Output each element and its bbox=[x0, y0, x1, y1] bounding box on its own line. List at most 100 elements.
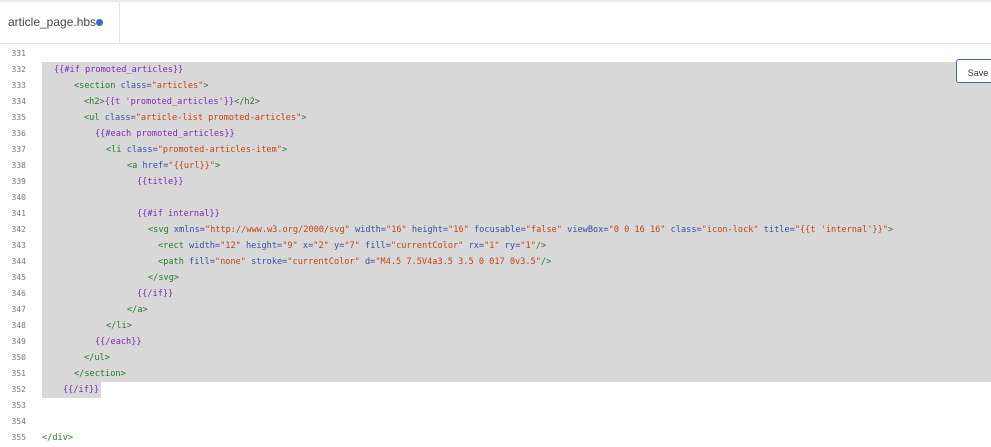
code-token: rx= bbox=[463, 241, 485, 251]
code-text: {{#if internal}} bbox=[137, 206, 220, 222]
code-token: fill= bbox=[359, 241, 391, 251]
code-text: <a href="{{url}}"> bbox=[127, 158, 220, 174]
code-line[interactable]: 336 {{#each promoted_articles}} bbox=[0, 126, 991, 142]
line-number: 341 bbox=[11, 209, 26, 218]
code-text: <ul class="article-list promoted-article… bbox=[84, 110, 307, 126]
code-token: "promoted-articles-item" bbox=[157, 145, 282, 155]
code-text: </section> bbox=[74, 366, 126, 382]
line-number: 335 bbox=[11, 113, 26, 122]
line-number: 354 bbox=[11, 417, 26, 426]
code-token: class= bbox=[665, 225, 702, 235]
code-token: class= bbox=[120, 81, 152, 91]
line-number: 345 bbox=[11, 273, 26, 282]
code-text: <rect width="12" height="9" x="2" y="7" … bbox=[158, 238, 546, 254]
code-token: <h2> bbox=[84, 97, 105, 107]
line-number: 338 bbox=[11, 161, 26, 170]
code-token: stroke= bbox=[245, 257, 288, 267]
code-line[interactable]: 333 <section class="articles"> bbox=[0, 78, 991, 94]
code-line[interactable]: 346 {{/if}} bbox=[0, 286, 991, 302]
code-text: </ul> bbox=[84, 350, 110, 366]
code-token: "1" bbox=[520, 241, 536, 251]
code-token: class= bbox=[104, 113, 136, 123]
line-number: 334 bbox=[11, 97, 26, 106]
code-line[interactable]: 342 <svg xmlns="http://www.w3.org/2000/sv… bbox=[0, 222, 991, 238]
code-token: ry= bbox=[499, 241, 521, 251]
line-number: 337 bbox=[11, 145, 26, 154]
line-number: 348 bbox=[11, 321, 26, 330]
code-token: "2" bbox=[313, 241, 329, 251]
code-token: "articles" bbox=[151, 81, 204, 91]
code-line[interactable]: 337 <li class="promoted-articles-item"> bbox=[0, 142, 991, 158]
code-token: </ul> bbox=[84, 353, 110, 363]
code-line[interactable]: 344 <path fill="none" stroke="currentColo… bbox=[0, 254, 991, 270]
code-token: {{/if}} bbox=[63, 385, 100, 395]
code-token: {{/if}} bbox=[137, 289, 174, 299]
code-line[interactable]: 331 bbox=[0, 46, 991, 62]
code-editor[interactable]: 331 332 {{#if promoted_articles}} 333 <secti… bbox=[0, 44, 991, 447]
code-line[interactable]: 347 </a> bbox=[0, 302, 991, 318]
code-token: {{#if internal}} bbox=[137, 209, 220, 219]
code-line[interactable]: 349 {{/each}} bbox=[0, 334, 991, 350]
code-token: viewBox= bbox=[561, 225, 609, 235]
save-button[interactable]: Save bbox=[956, 59, 991, 83]
code-line[interactable]: 339 {{title}} bbox=[0, 174, 991, 190]
code-token: focusable= bbox=[468, 225, 526, 235]
code-line[interactable]: 334 <h2>{{t 'promoted_articles'}}</h2> bbox=[0, 94, 991, 110]
code-line[interactable]: 338 <a href="{{url}}"> bbox=[0, 158, 991, 174]
code-token: width= bbox=[349, 225, 387, 235]
code-token: <ul bbox=[84, 113, 105, 123]
code-text: <svg xmlns="http://www.w3.org/2000/svg" … bbox=[148, 222, 893, 238]
code-text: <h2>{{t 'promoted_articles'}}</h2> bbox=[84, 94, 260, 110]
code-token: "none" bbox=[214, 257, 246, 267]
code-token: /> bbox=[535, 241, 547, 251]
code-token: x= bbox=[297, 241, 314, 251]
line-number: 346 bbox=[11, 289, 26, 298]
code-token: d= bbox=[359, 257, 376, 267]
code-token: /> bbox=[540, 257, 552, 267]
code-line[interactable]: 351 </section> bbox=[0, 366, 991, 382]
code-token: "icon-lock" bbox=[701, 225, 759, 235]
code-token: class= bbox=[126, 145, 158, 155]
code-line[interactable]: 341 {{#if internal}} bbox=[0, 206, 991, 222]
code-token: > bbox=[301, 113, 307, 123]
line-number: 349 bbox=[11, 337, 26, 346]
code-line[interactable]: 340 bbox=[0, 190, 991, 206]
code-token: {{title}} bbox=[137, 177, 184, 187]
line-number: 342 bbox=[11, 225, 26, 234]
code-token: </svg> bbox=[148, 273, 180, 283]
line-number: 331 bbox=[11, 49, 26, 58]
code-token: </li> bbox=[106, 321, 132, 331]
line-number: 350 bbox=[11, 353, 26, 362]
code-token: <path bbox=[158, 257, 190, 267]
code-token: "currentColor" bbox=[390, 241, 464, 251]
code-token: "16" bbox=[386, 225, 407, 235]
code-token: "{{t 'internal'}}" bbox=[794, 225, 888, 235]
code-token: "9" bbox=[282, 241, 298, 251]
code-line[interactable]: 353 bbox=[0, 398, 991, 414]
code-token: "12" bbox=[220, 241, 241, 251]
code-token: y= bbox=[328, 241, 345, 251]
code-token: fill= bbox=[189, 257, 215, 267]
code-line[interactable]: 335 <ul class="article-list promoted-arti… bbox=[0, 110, 991, 126]
code-line[interactable]: 354 bbox=[0, 414, 991, 430]
code-token: {{t 'promoted_articles'}} bbox=[104, 97, 235, 107]
line-number: 353 bbox=[11, 401, 26, 410]
selection-highlight bbox=[42, 270, 991, 286]
tab-article-page[interactable]: article_page.hbs bbox=[0, 2, 120, 43]
tab-filename: article_page.hbs bbox=[8, 15, 97, 29]
line-number: 352 bbox=[11, 385, 26, 394]
code-text: {{/each}} bbox=[95, 334, 142, 350]
code-line[interactable]: 332 {{#if promoted_articles}} bbox=[0, 62, 991, 78]
code-token: "{{url}}" bbox=[168, 161, 215, 171]
code-token: <li bbox=[106, 145, 127, 155]
code-line[interactable]: 348 </li> bbox=[0, 318, 991, 334]
code-line[interactable]: 350 </ul> bbox=[0, 350, 991, 366]
code-line[interactable]: 352 {{/if}} bbox=[0, 382, 991, 398]
code-line[interactable]: 345 </svg> bbox=[0, 270, 991, 286]
code-line[interactable]: 355 </div> bbox=[0, 430, 991, 446]
code-line[interactable]: 343 <rect width="12" height="9" x="2" y="… bbox=[0, 238, 991, 254]
line-number: 336 bbox=[11, 129, 26, 138]
selection-highlight bbox=[42, 302, 991, 318]
code-text: {{/if}} bbox=[63, 382, 99, 398]
code-token: </section> bbox=[74, 369, 126, 379]
